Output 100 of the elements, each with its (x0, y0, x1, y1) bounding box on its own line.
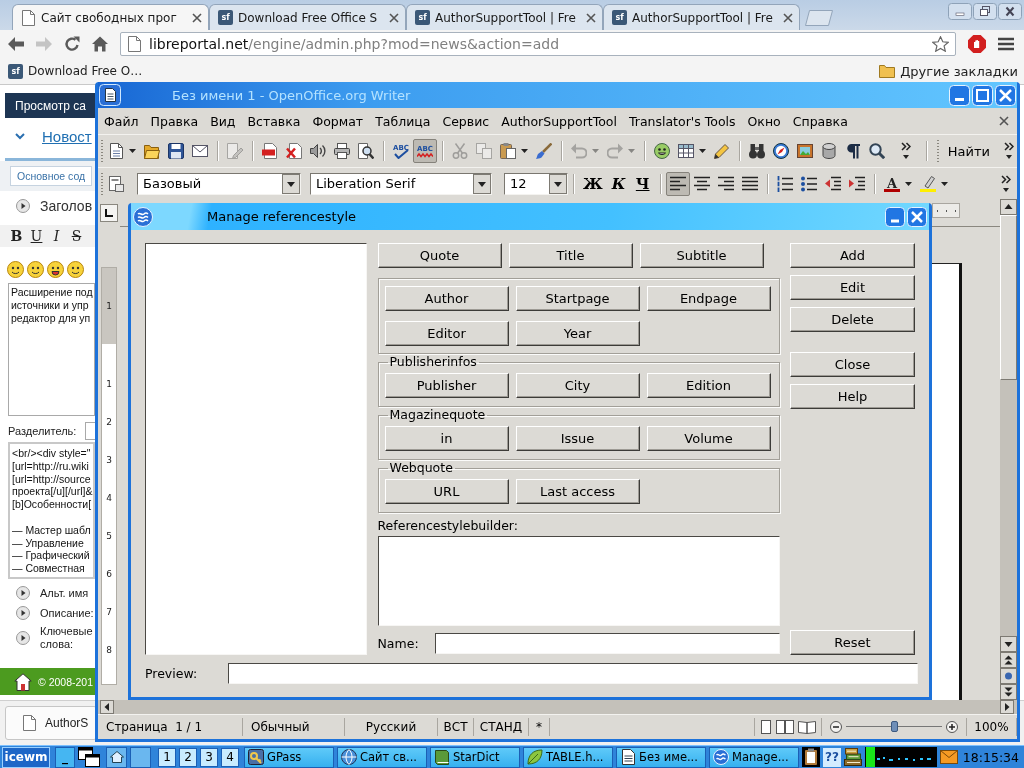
close-icon[interactable] (999, 116, 1009, 126)
underline-button[interactable]: Ч (630, 171, 655, 196)
find-button[interactable]: Найти (943, 139, 994, 163)
paragraph-style-combo[interactable]: Базовый (137, 172, 301, 195)
field-button[interactable]: Year (515, 321, 640, 346)
section-tab[interactable]: Основное сод (10, 166, 93, 186)
full-story-field[interactable]: <br/><div style=" [url=http://ru.wiki [url=http://source проекта[/u][/url]& [b]Особенности[ — Мастер шабл — Управление — Графический — Совместная (8, 442, 95, 579)
menu-item[interactable]: Правка (144, 113, 205, 129)
stop-sign-icon[interactable] (968, 35, 986, 53)
zoom-in-icon[interactable] (946, 720, 958, 733)
address-bar[interactable]: libreportal.net/engine/admin.php?mod=news&action=add (120, 32, 956, 56)
tab-stop-icon[interactable] (100, 204, 118, 222)
dropdown-icon[interactable] (282, 173, 300, 194)
browser-tab[interactable]: sf AuthorSupportTool | Fre (406, 4, 603, 30)
field-button[interactable]: Subtitle (639, 243, 764, 268)
workspace-button[interactable]: 3 (200, 747, 218, 767)
task-button[interactable]: Сайт св... (337, 746, 427, 768)
preview-field[interactable] (228, 662, 918, 684)
menu-item[interactable]: Справка (786, 113, 854, 129)
add-button[interactable]: Add (790, 243, 915, 268)
close-icon[interactable] (998, 3, 1022, 20)
menu-item[interactable]: Таблица (369, 113, 437, 129)
field-button[interactable]: Edition (646, 373, 771, 398)
delete-button[interactable]: Delete (790, 307, 915, 332)
field-button[interactable]: Startpage (515, 286, 640, 311)
previous-page-icon[interactable] (1000, 652, 1017, 668)
app-icon[interactable] (133, 206, 153, 227)
grip-icon[interactable] (100, 139, 104, 163)
mail-icon[interactable] (939, 750, 958, 764)
task-button[interactable]: TABLE.h... (523, 746, 613, 768)
download-item[interactable]: AuthorS (5, 706, 97, 740)
strike-button[interactable]: S (68, 226, 85, 246)
menu-item[interactable]: Сервис (436, 113, 496, 129)
grip-icon[interactable] (935, 139, 940, 163)
reload-icon[interactable] (64, 36, 80, 52)
task-button[interactable]: Manage... (709, 746, 799, 768)
restore-icon[interactable] (973, 3, 997, 20)
bold-button[interactable]: B (8, 226, 25, 246)
document-app-icon[interactable] (99, 84, 121, 106)
house-icon[interactable] (14, 672, 32, 691)
smiley-icon[interactable] (7, 261, 24, 278)
help-button[interactable]: Help (790, 384, 915, 409)
overflow-icon[interactable] (1004, 142, 1014, 160)
edit-button[interactable]: Edit (790, 275, 915, 300)
scroll-down-icon[interactable] (1000, 636, 1017, 652)
field-button[interactable]: Author (384, 286, 509, 311)
close-button[interactable]: Close (790, 352, 915, 377)
show-desktop-button[interactable]: _ (55, 746, 75, 768)
task-button[interactable]: GPass (244, 746, 334, 768)
menu-item[interactable]: Translator's Tools (622, 113, 742, 129)
browser-tab[interactable]: sf AuthorSupportTool | Fre (603, 4, 800, 30)
field-button[interactable]: City (515, 373, 640, 398)
close-icon[interactable] (783, 12, 793, 23)
browser-tab[interactable]: Сайт свободных прог (12, 4, 209, 30)
task-button[interactable]: Без име... (616, 746, 706, 768)
overflow-icon[interactable] (901, 142, 911, 160)
menu-item[interactable]: AuthorSupportTool (495, 113, 623, 129)
dropdown-icon[interactable] (549, 173, 567, 194)
underline-button[interactable]: U (28, 226, 45, 246)
books-icon[interactable] (843, 748, 862, 766)
field-button[interactable]: Quote (377, 243, 502, 268)
field-button[interactable]: Last access (515, 479, 640, 504)
nav-link[interactable]: Новост (42, 127, 92, 145)
menu-item[interactable]: Файл (98, 113, 145, 129)
maximize-icon[interactable] (972, 84, 993, 106)
menu-icon[interactable] (998, 37, 1014, 51)
italic-button[interactable]: К (606, 171, 631, 196)
overflow-icon[interactable] (1001, 174, 1011, 193)
name-field[interactable] (434, 633, 780, 654)
home-icon[interactable] (92, 36, 108, 52)
workspace-button[interactable]: 2 (179, 747, 197, 767)
help-tray-label[interactable]: ?? (823, 747, 841, 767)
field-button[interactable]: URL (384, 479, 509, 504)
field-button[interactable]: Volume (646, 426, 771, 451)
close-icon[interactable] (389, 12, 399, 23)
font-size-combo[interactable]: 12 (504, 172, 568, 195)
bold-button[interactable]: Ж (579, 171, 607, 196)
menu-item[interactable]: Вставка (241, 113, 307, 129)
field-button[interactable]: Endpage (646, 286, 771, 311)
multi-page-view-icon[interactable] (776, 719, 794, 734)
short-story-field[interactable]: Расширение под источники и упр редактор для уп (8, 283, 95, 416)
smiley-icon[interactable] (27, 261, 44, 278)
smiley-icon[interactable] (47, 261, 64, 278)
reset-button[interactable]: Reset (790, 630, 915, 655)
field-button[interactable]: Title (508, 243, 633, 268)
scroll-right-icon[interactable] (1000, 700, 1014, 714)
book-view-icon[interactable] (798, 719, 816, 734)
star-icon[interactable] (932, 36, 949, 52)
field-button[interactable]: Publisher (384, 373, 509, 398)
align-left-button[interactable] (665, 171, 690, 196)
field-button[interactable]: in (384, 426, 509, 451)
scroll-left-icon[interactable] (100, 700, 114, 714)
desktop-button[interactable] (106, 746, 127, 768)
browser-tab[interactable]: sf Download Free Office S (209, 4, 406, 30)
back-icon[interactable] (8, 36, 24, 52)
scrollbar-thumb[interactable] (1000, 215, 1017, 380)
separator-field[interactable] (85, 422, 95, 440)
italic-button[interactable]: I (48, 226, 65, 246)
close-icon[interactable] (192, 12, 202, 23)
bookmark[interactable]: sf Download Free O… (8, 63, 143, 79)
